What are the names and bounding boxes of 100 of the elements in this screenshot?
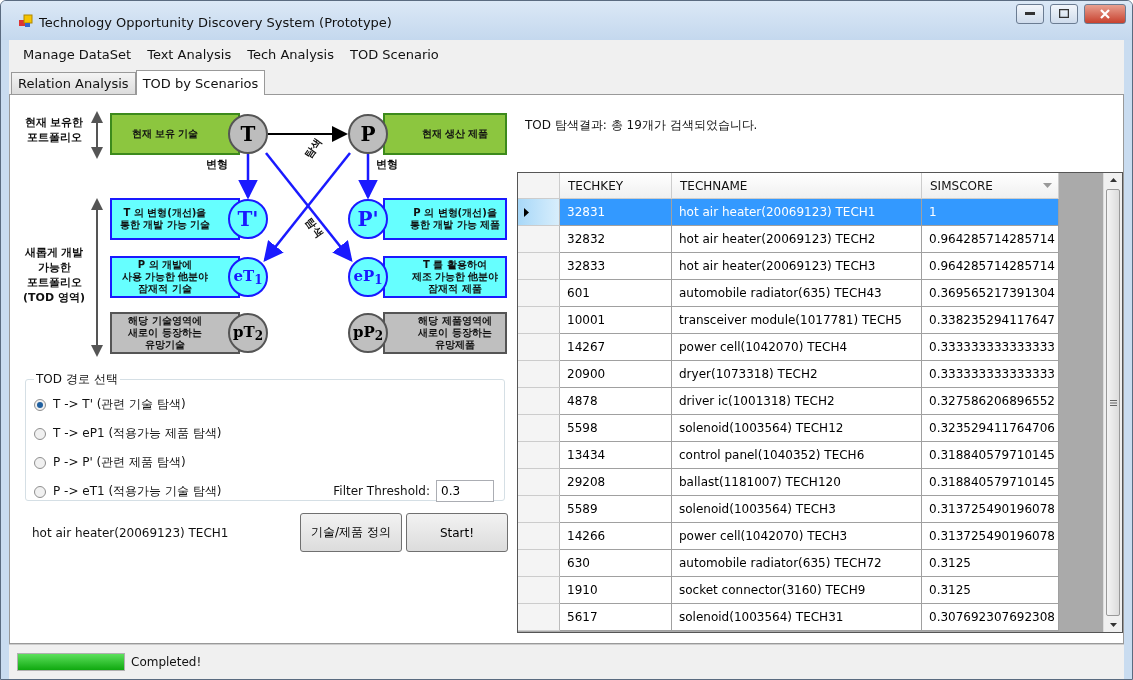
radio-option[interactable]: P -> P' (관련 제품 탐색) [34,448,186,477]
table-cell: 0.333333333333333 [922,334,1059,361]
node-circle: T [228,114,268,154]
table-cell: 14266 [560,523,672,550]
table-cell: 0.338235294117647 [922,307,1059,334]
node-circle: pT$_{2}$ [228,313,268,353]
menu-item[interactable]: Text Analysis [139,46,240,62]
menu-item[interactable]: Manage DataSet [15,46,140,62]
table-cell: 1910 [560,577,672,604]
table-cell: control panel(1040352) TECH6 [672,442,922,469]
node-circle: pP$_{2}$ [348,313,388,353]
edge-label: 탐색 [302,214,327,242]
tab[interactable]: Relation Analysis [11,72,136,95]
app-icon [19,13,33,28]
table-cell: driver ic(1001318) TECH2 [672,388,922,415]
table-cell: 1 [922,199,1059,226]
double-arrow [91,111,103,159]
table-cell: 0.3125 [922,550,1059,577]
radio-option[interactable]: P -> eT1 (적용가능 기술 탐색) [34,477,222,506]
portfolio-label: 현재 보유한 포트폴리오 [23,115,85,145]
table-cell: hot air heater(20069123) TECH3 [672,253,922,280]
node-circle: eP$_{1}$ [348,257,388,297]
start-button[interactable]: Start! [406,513,508,552]
table-cell: ballast(1181007) TECH120 [672,469,922,496]
minimize-icon [1025,11,1035,16]
node-circle: P' [348,199,388,239]
column-header[interactable]: SIMSCORE [922,173,1059,199]
filter-label: Filter Threshold: [333,484,430,498]
table-cell: 0.318840579710145 [922,469,1059,496]
portfolio-box: 현재 생산 제품 [383,113,507,155]
column-header[interactable]: TECHKEY [560,173,672,199]
window-title: Technology Opportunity Discovery System (Prototype) [39,14,393,30]
arrow [238,154,258,200]
close-icon [1100,8,1110,19]
table-cell: 630 [560,550,672,577]
table-cell: hot air heater(20069123) TECH2 [672,226,922,253]
table-cell: 0.307692307692308 [922,604,1059,631]
define-button[interactable]: 기술/제품 정의 [300,513,402,552]
table-cell: automobile radiator(635) TECH43 [672,280,922,307]
edge-label: 변형 [206,158,228,172]
edge-label: 변형 [376,158,398,172]
grid-corner [518,173,560,199]
status-text: Completed! [131,655,202,669]
table-cell: automobile radiator(635) TECH72 [672,550,922,577]
node-circle: P [348,114,388,154]
tab[interactable]: TOD by Scenarios [135,70,266,95]
scrollbar[interactable] [1103,173,1122,632]
table-cell: power cell(1042070) TECH3 [672,523,922,550]
table-cell: 13434 [560,442,672,469]
portfolio-box: T 를 활용하여 제조 가능한 他분야 잠재적 제품 [383,256,507,298]
table-cell: 4878 [560,388,672,415]
column-header[interactable]: TECHNAME [672,173,922,199]
radio-option[interactable]: T -> T' (관련 기술 탐색) [34,390,186,419]
table-cell: 20900 [560,361,672,388]
table-cell: 5617 [560,604,672,631]
table-cell: 0.333333333333333 [922,361,1059,388]
table-cell: solenoid(1003564) TECH12 [672,415,922,442]
table-cell: 601 [560,280,672,307]
table-cell: 32831 [560,199,672,226]
table-cell: transceiver module(1017781) TECH5 [672,307,922,334]
table-cell: hot air heater(20069123) TECH1 [672,199,922,226]
maximize-icon [1059,9,1069,18]
table-cell: 29208 [560,469,672,496]
table-cell: 0.313725490196078 [922,496,1059,523]
menu-item[interactable]: TOD Scenario [342,46,447,62]
portfolio-box: 현재 보유 기술 [110,113,240,155]
current-row-icon [524,207,529,217]
table-cell: 0.323529411764706 [922,415,1059,442]
table-cell: 32832 [560,226,672,253]
table-cell: 0.327586206896552 [922,388,1059,415]
close-button[interactable] [1084,3,1126,24]
portfolio-box: P 의 변형(개선)을 통한 개발 가능 제품 [383,198,507,240]
edge-label: 탐색 [301,134,326,162]
table-cell: 10001 [560,307,672,334]
table-cell: 0.964285714285714 [922,226,1059,253]
table-cell: power cell(1042070) TECH4 [672,334,922,361]
table-cell: socket connector(3160) TECH9 [672,577,922,604]
menu-item[interactable]: Tech Analysis [239,46,342,62]
scroll-thumb[interactable] [1106,189,1120,616]
group-title: TOD 경로 선택 [35,371,119,388]
table-cell: 0.313725490196078 [922,523,1059,550]
table-cell: dryer(1073318) TECH2 [672,361,922,388]
row-header[interactable] [518,199,560,226]
minimize-button[interactable] [1016,3,1044,24]
arrow [358,154,378,200]
maximize-button[interactable] [1050,3,1078,24]
radio-option[interactable]: T -> eP1 (적용가능 제품 탐색) [34,419,222,448]
table-cell: 5598 [560,415,672,442]
table-cell: 0.318840579710145 [922,442,1059,469]
grip-icon [1109,399,1117,406]
node-circle: eT$_{1}$ [228,257,268,297]
result-summary: TOD 탐색결과: 총 19개가 검색되었습니다. [525,117,759,134]
table-cell: 0.964285714285714 [922,253,1059,280]
table-cell: 32833 [560,253,672,280]
portfolio-label: 새롭게 개발 가능한 포트폴리오 (TOD 영역) [22,245,86,305]
threshold-field[interactable]: 0.3 [436,480,494,502]
table-cell: solenoid(1003564) TECH3 [672,496,922,523]
table-cell: 5589 [560,496,672,523]
table-cell: 14267 [560,334,672,361]
table-cell: solenoid(1003564) TECH31 [672,604,922,631]
